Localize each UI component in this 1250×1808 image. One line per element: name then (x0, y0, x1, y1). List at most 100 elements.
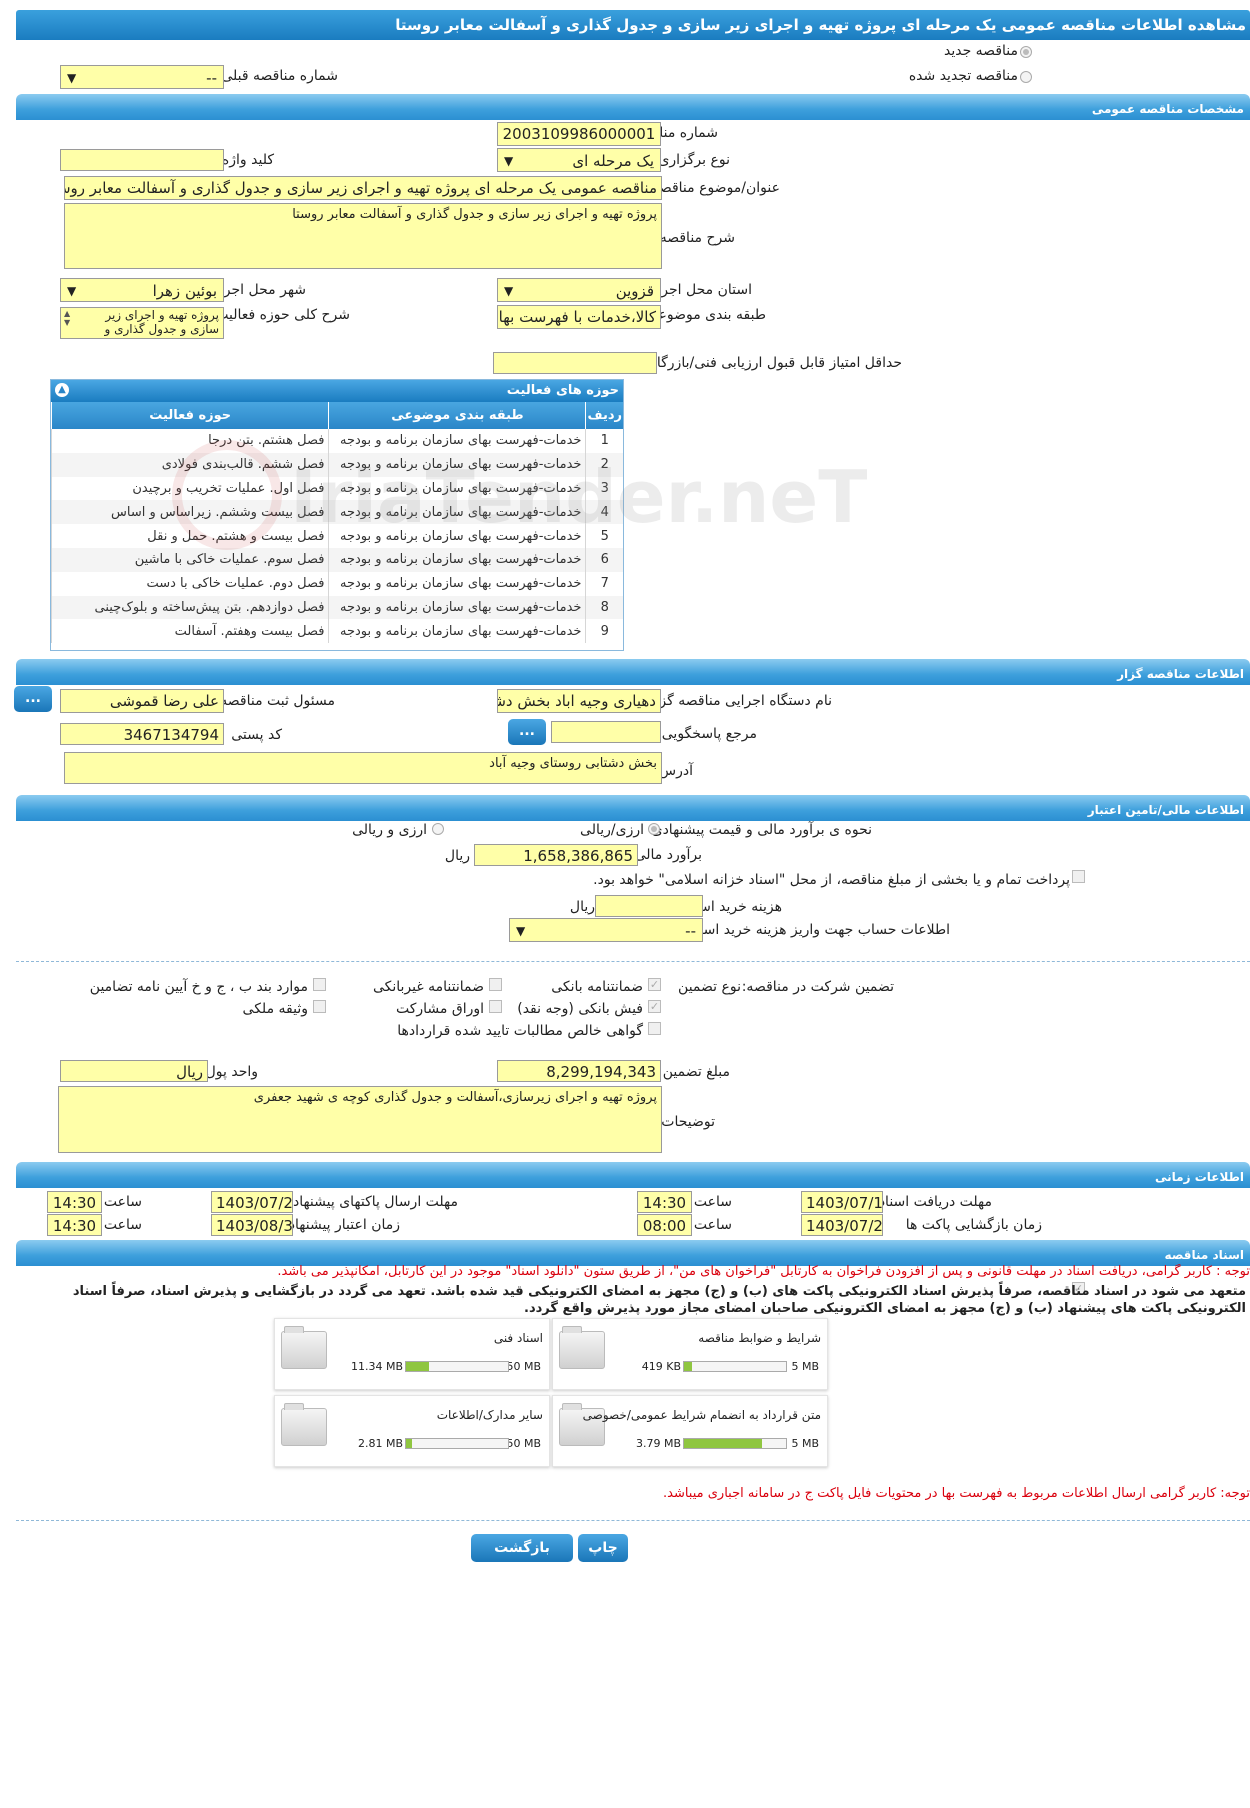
guarantee-type-label: نوع تضمین (678, 979, 741, 995)
docs-note-1: توجه : کاربر گرامی، دریافت اسناد در مهلت… (277, 1264, 1250, 1279)
holding-type-select[interactable]: ▼ یک مرحله ای (497, 148, 661, 172)
activity-desc-field[interactable]: پروژه تهیه و اجرای زیر سازی و جدول گذاری… (60, 307, 224, 339)
rial-option-label: ارزی/ریالی (580, 822, 644, 838)
account-select[interactable]: ▼ -- (509, 918, 703, 942)
category-cell: خدمات-فهرست بهای سازمان برنامه و بودجه (328, 595, 586, 620)
address-label: آدرس (659, 763, 693, 779)
cash-checkbox[interactable]: ✓ (648, 1000, 661, 1013)
watermark-text: IriaTender.neT (290, 455, 868, 539)
chevron-down-icon: ▼ (67, 71, 77, 85)
scroll-arrows-icon[interactable]: ▲ ▼ (64, 309, 70, 327)
city-select[interactable]: ▼ بوئین زهرا (60, 278, 224, 302)
table-row: 9 خدمات-فهرست بهای سازمان برنامه و بودجه ف… (50, 619, 623, 644)
section-docs: اسناد مناقصه (16, 1240, 1250, 1266)
back-button[interactable]: بازگشت (471, 1534, 573, 1562)
send-time-label: ساعت (103, 1194, 142, 1210)
collapse-icon[interactable]: ▲ (55, 383, 69, 397)
send-date-field[interactable]: 1403/07/25 (211, 1191, 293, 1213)
registrar-field[interactable]: علی رضا قموشی (60, 689, 224, 713)
renewed-tender-radio[interactable] (1020, 71, 1032, 83)
min-score-field[interactable] (493, 352, 657, 374)
validity-time-label: ساعت (103, 1217, 142, 1233)
category-field[interactable]: کالا،خدمات با فهرست بها (497, 305, 661, 329)
province-select[interactable]: ▼ قزوین (497, 278, 661, 302)
chevron-down-icon: ▼ (504, 284, 514, 298)
min-score-label: حداقل امتیاز قابل قبول ارزیابی فنی/بازرگ… (641, 355, 902, 371)
guarantee-amount-field[interactable]: 8,299,194,343 (497, 1060, 661, 1082)
document-name: اسناد فنی (493, 1331, 543, 1345)
mixed-option-label: ارزی و ریالی (352, 822, 427, 838)
row-number-cell: 8 (585, 595, 623, 620)
description-field[interactable]: پروژه تهیه و اجرای زیر سازی و جدول گذاری… (64, 203, 662, 269)
chevron-down-icon: ▼ (504, 154, 514, 168)
document-card[interactable]: اسناد فنی 50 MB 11.34 MB (274, 1318, 550, 1390)
estimate-field[interactable]: 1,658,386,865 (474, 844, 638, 866)
postal-code-field[interactable]: 3467134794 (60, 723, 224, 745)
prev-number-select[interactable]: ▼ -- (60, 65, 224, 89)
nonbank-guarantee-checkbox[interactable] (489, 978, 502, 991)
treasury-checkbox[interactable] (1072, 870, 1085, 883)
folder-icon (281, 1326, 327, 1369)
address-field[interactable]: بخش دشتابی روستای وجیه آباد (64, 752, 662, 784)
notes-label: توضیحات (661, 1114, 715, 1130)
bonds-checkbox[interactable] (489, 1000, 502, 1013)
postal-code-label: کد پستی (231, 727, 282, 743)
divider (16, 961, 1250, 962)
reference-field[interactable] (551, 721, 661, 743)
claims-checkbox[interactable] (648, 1022, 661, 1035)
description-label: شرح مناقصه (659, 230, 735, 246)
category-cell: خدمات-فهرست بهای سازمان برنامه و بودجه (328, 619, 586, 644)
activities-title: حوزه های فعالیت ▲ (51, 380, 623, 402)
keyword-field[interactable] (60, 149, 224, 171)
cash-label: فیش بانکی (وجه نقد) (517, 1001, 643, 1017)
activity-cell: فصل دوم. عملیات خاکی با دست (50, 571, 329, 596)
activity-cell: فصل سوم. عملیات خاکی با ماشین (50, 547, 329, 572)
receive-time-field[interactable]: 14:30 (637, 1191, 692, 1213)
new-tender-radio[interactable] (1020, 46, 1032, 58)
folder-icon (281, 1403, 327, 1446)
row-number-cell: 9 (585, 619, 623, 644)
reference-label: مرجع پاسخگویی (661, 726, 757, 742)
document-size: 3.79 MB (635, 1437, 681, 1450)
estimate-method-label: نحوه ی برآورد مالی و قیمت پیشنهادی (651, 822, 872, 838)
document-card[interactable]: سایر مدارک/اطلاعات 50 MB 2.81 MB (274, 1395, 550, 1467)
tender-number-field[interactable]: 2003109986000001 (497, 122, 661, 146)
section-timing: اطلاعات زمانی (16, 1162, 1250, 1188)
rial-radio[interactable] (648, 823, 660, 835)
send-deadline-label: مهلت ارسال پاکتهای پیشنهاد (292, 1194, 458, 1210)
document-size-bar (405, 1438, 509, 1449)
document-card[interactable]: شرایط و ضوابط مناقصه 5 MB 419 KB (552, 1318, 828, 1390)
org-name-label: نام دستگاه اجرایی مناقصه گزار (648, 693, 832, 709)
currency-field[interactable]: ریال (60, 1060, 208, 1082)
mixed-radio[interactable] (432, 823, 444, 835)
table-row: 1 خدمات-فهرست بهای سازمان برنامه و بودجه ف… (50, 429, 623, 453)
receive-date-field[interactable]: 1403/07/14 (801, 1191, 883, 1213)
chevron-down-icon: ▼ (67, 284, 77, 298)
registrar-more-button[interactable]: ... (14, 686, 52, 712)
doc-cost-unit: ریال (569, 899, 595, 915)
validity-date-field[interactable]: 1403/08/30 (211, 1214, 293, 1236)
org-name-field[interactable]: دهیاری وجیه اباد بخش دشت (497, 689, 661, 713)
reference-more-button[interactable]: ... (508, 719, 546, 745)
opening-time-field[interactable]: 08:00 (637, 1214, 692, 1236)
validity-time-field[interactable]: 14:30 (47, 1214, 102, 1236)
holding-type-label: نوع برگزاری (658, 152, 730, 168)
clause-guarantee-label: موارد بند ب ، ج و خ آیین نامه تضامین (89, 979, 308, 995)
opening-date-field[interactable]: 1403/07/26 (801, 1214, 883, 1236)
bank-guarantee-label: ضمانتنامه بانکی (551, 979, 643, 995)
col-row: ردیف (585, 402, 623, 429)
property-checkbox[interactable] (313, 1000, 326, 1013)
clause-guarantee-checkbox[interactable] (313, 978, 326, 991)
bank-guarantee-checkbox[interactable]: ✓ (648, 978, 661, 991)
document-size-bar (683, 1438, 787, 1449)
print-button[interactable]: چاپ (578, 1534, 628, 1562)
notes-field[interactable]: پروژه تهیه و اجرای زیرسازی،آسفالت و جدول… (58, 1086, 662, 1153)
subject-field[interactable]: مناقصه عمومی یک مرحله ای پروژه تهیه و اج… (64, 176, 662, 200)
send-time-field[interactable]: 14:30 (47, 1191, 102, 1213)
prev-number-label: شماره مناقصه قبلی (221, 68, 338, 84)
doc-cost-field[interactable] (595, 895, 703, 917)
document-card[interactable]: متن قرارداد به انضمام شرایط عمومی/خصوصی 5… (552, 1395, 828, 1467)
table-row: 6 خدمات-فهرست بهای سازمان برنامه و بودجه ف… (50, 547, 623, 572)
validity-label: زمان اعتبار پیشنهاد (288, 1217, 400, 1233)
opening-time-label: ساعت (693, 1217, 732, 1233)
